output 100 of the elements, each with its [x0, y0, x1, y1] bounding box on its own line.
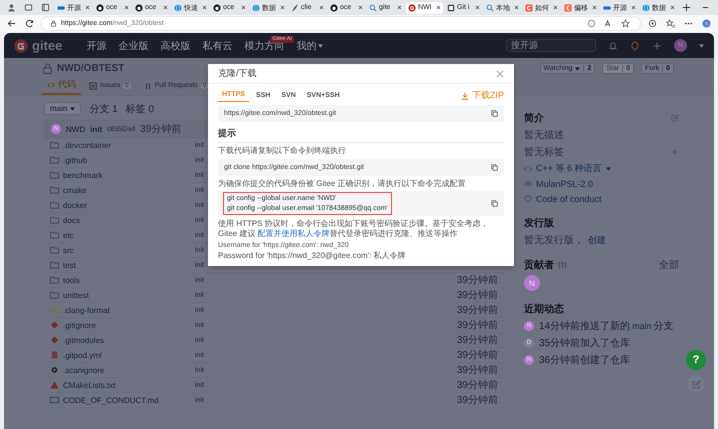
tags-link[interactable]: 标签 0	[126, 102, 154, 116]
document-icon	[447, 4, 455, 12]
copy-icon[interactable]	[491, 200, 498, 208]
back-icon[interactable]	[7, 19, 16, 28]
tab-actions-icon[interactable]	[41, 3, 50, 12]
pull-request-icon	[144, 82, 152, 90]
file-name-link[interactable]: .clang-format	[63, 306, 191, 314]
description-text: 暂无描述	[524, 128, 565, 142]
close-icon[interactable]	[358, 5, 363, 10]
c-logo-icon	[525, 4, 533, 12]
download-zip-link[interactable]: 下载ZIP	[472, 89, 504, 102]
repository-title[interactable]: NWD/OBTEST	[57, 63, 124, 74]
file-name-link[interactable]: CMakeLists.txt	[63, 380, 191, 390]
help-button[interactable]: ?	[686, 350, 706, 370]
commit-time: 39分钟前	[456, 394, 498, 407]
file-name-link[interactable]: .devcontainer	[63, 140, 191, 150]
nav-link[interactable]: 高校版	[160, 38, 190, 52]
copy-icon[interactable]	[491, 110, 498, 117]
commit-time: 39分钟前	[456, 304, 498, 317]
close-icon[interactable]	[85, 5, 90, 10]
download-icon[interactable]	[460, 92, 469, 100]
file-name-link[interactable]: .scanignore	[63, 366, 191, 374]
file-name-link[interactable]: docker	[63, 200, 191, 210]
c-logo-icon	[564, 4, 572, 12]
close-icon[interactable]	[514, 5, 519, 10]
close-icon[interactable]	[631, 5, 636, 10]
file-name-link[interactable]: etc	[63, 230, 191, 240]
branch-link[interactable]: main	[632, 321, 652, 331]
close-icon[interactable]	[202, 5, 207, 10]
hint-title: 提示	[218, 125, 504, 143]
file-name-link[interactable]: .gitpod.yml	[63, 350, 191, 360]
license-link[interactable]: MulanPSL-2.0	[536, 179, 594, 189]
branches-link[interactable]: 分支 1	[89, 102, 118, 116]
close-icon[interactable]	[319, 5, 324, 10]
commit-time: 39分钟前	[456, 364, 498, 377]
g-logo-icon[interactable]	[14, 38, 28, 52]
nav-link[interactable]: 开源	[86, 38, 106, 52]
code-of-conduct-link[interactable]: Code of conduct	[536, 194, 602, 204]
read-aloud-icon[interactable]	[604, 19, 613, 28]
scale-icon	[524, 180, 532, 188]
bell-icon[interactable]	[608, 40, 618, 50]
profile-icon[interactable]	[7, 3, 16, 12]
language-link[interactable]: C++ 等 6 种语言	[536, 162, 602, 175]
close-icon[interactable]	[436, 5, 441, 10]
close-icon[interactable]	[397, 5, 402, 10]
file-name-link[interactable]: .github	[63, 156, 191, 164]
close-icon[interactable]	[163, 5, 168, 10]
page-icon	[57, 4, 65, 12]
refresh-icon[interactable]	[25, 19, 34, 28]
repo-tab[interactable]: 代码	[42, 78, 81, 95]
copy-icon[interactable]	[491, 164, 498, 171]
nav-link[interactable]: 我的	[296, 38, 316, 52]
globe-icon	[642, 4, 650, 12]
nav-link[interactable]: 企业版	[118, 38, 148, 52]
feather-icon	[291, 4, 299, 12]
view-all-link[interactable]: 全部	[659, 258, 679, 272]
releases-text: 暂无发行版，	[524, 234, 584, 247]
close-icon[interactable]	[475, 5, 480, 10]
favorites-icon[interactable]	[666, 19, 675, 28]
commit-message[interactable]: init	[90, 124, 102, 134]
file-name-link[interactable]: tools	[63, 276, 191, 284]
close-icon[interactable]	[280, 5, 285, 10]
issue-icon	[89, 82, 97, 90]
file-name-link[interactable]: .gitmodules	[63, 336, 191, 344]
file-name-link[interactable]: .gitignore	[63, 320, 191, 330]
nav-link[interactable]: 私有云	[202, 38, 232, 52]
file-name-link[interactable]: unittest	[63, 290, 191, 300]
star-icon[interactable]	[621, 19, 630, 28]
close-icon[interactable]	[124, 5, 129, 10]
lock-icon	[42, 63, 53, 74]
workspaces-icon[interactable]	[24, 3, 33, 12]
commit-author[interactable]: NWD	[66, 124, 86, 134]
search-icon	[486, 4, 494, 12]
close-icon[interactable]	[670, 5, 675, 10]
page-icon	[603, 4, 611, 12]
close-icon[interactable]	[592, 5, 597, 10]
code-icon	[47, 80, 55, 88]
commit-time: 39分钟前	[456, 334, 498, 347]
plus-icon[interactable]	[652, 40, 662, 50]
file-name-link[interactable]: benchmark	[63, 170, 191, 180]
file-name-link[interactable]: src	[63, 246, 191, 254]
section-title: 发行版	[524, 216, 555, 230]
close-icon[interactable]	[553, 5, 558, 10]
shield-icon[interactable]	[630, 40, 640, 50]
credential-prompt: Password for 'https://nwd_320@gitee.com': 私人令牌	[218, 250, 407, 260]
file-name-link[interactable]: CODE_OF_CONDUCT.md	[63, 396, 191, 404]
search-field[interactable]: 搜开源	[506, 39, 596, 52]
tags-text: 暂无标签	[524, 146, 564, 159]
file-name-link[interactable]: test	[63, 260, 191, 270]
create-release-link[interactable]: 创建	[588, 234, 606, 246]
close-icon[interactable]	[241, 5, 246, 10]
site-logo-text[interactable]: gitee	[32, 38, 62, 53]
file-name-link[interactable]: docs	[63, 216, 191, 224]
activity-text: 35分钟前加入了仓库	[539, 336, 630, 350]
branch-dropdown[interactable]: main	[44, 102, 82, 115]
contributor-avatar[interactable]: N	[524, 275, 540, 291]
activity-text: 14分钟前推送了新的 main 分支	[539, 320, 674, 333]
new-tab-icon[interactable]	[682, 3, 691, 12]
token-setup-link[interactable]: 配置并使用私人令牌	[258, 228, 330, 238]
file-name-link[interactable]: cmake	[63, 186, 191, 194]
